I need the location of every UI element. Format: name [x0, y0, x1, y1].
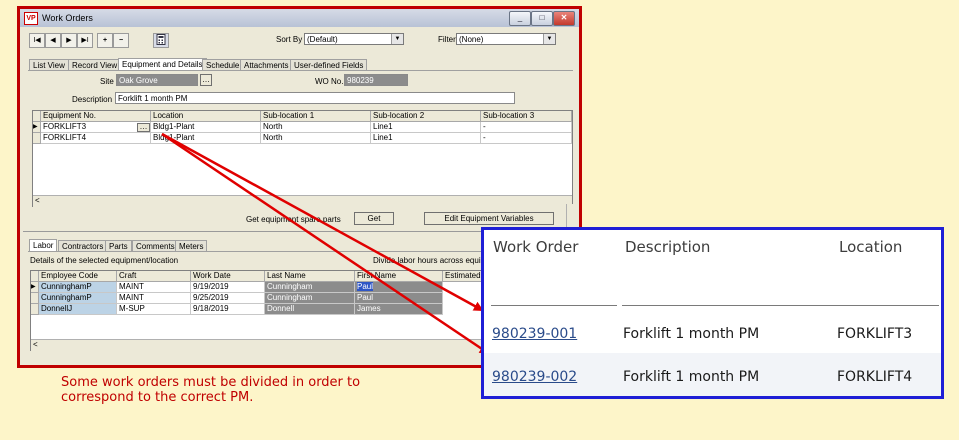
column-header-location: Location	[839, 238, 903, 256]
header-underline	[491, 305, 617, 306]
work-order-split-panel: Work Order Description Location 980239-0…	[481, 227, 944, 399]
arrow-forklift3	[161, 132, 484, 312]
description-cell: Forklift 1 month PM	[623, 369, 760, 385]
caption: Some work orders must be divided in orde…	[61, 375, 360, 405]
location-cell: FORKLIFT4	[837, 369, 913, 385]
work-order-link[interactable]: 980239-002	[492, 369, 577, 385]
caption-line-2: correspond to the correct PM.	[61, 390, 254, 405]
header-underline	[622, 305, 939, 306]
column-header-description: Description	[625, 238, 711, 256]
work-order-link[interactable]: 980239-001	[492, 326, 577, 342]
arrow-forklift4	[161, 132, 490, 355]
location-cell: FORKLIFT3	[837, 326, 913, 342]
caption-line-1: Some work orders must be divided in orde…	[61, 375, 361, 390]
column-header-work-order: Work Order	[493, 238, 579, 256]
description-cell: Forklift 1 month PM	[623, 326, 760, 342]
